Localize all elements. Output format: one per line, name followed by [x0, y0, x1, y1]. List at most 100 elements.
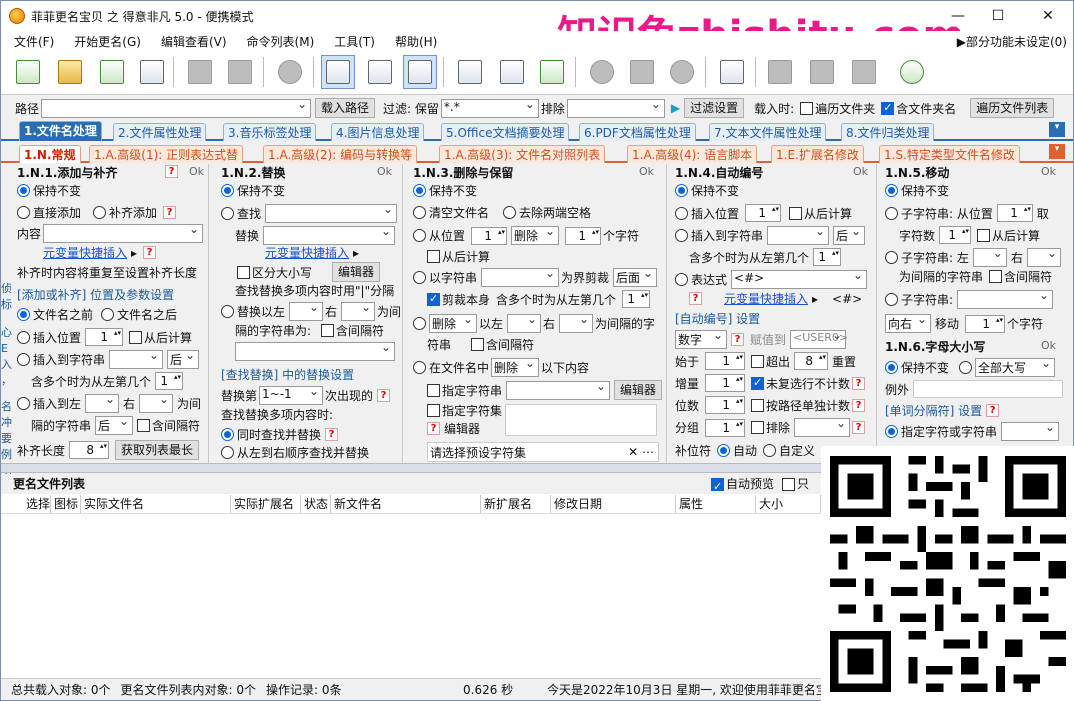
- import-button[interactable]: [95, 55, 129, 89]
- auto-radio[interactable]: [717, 444, 731, 457]
- include-gap-checkbox[interactable]: [989, 270, 1003, 283]
- insert-str-combo[interactable]: [109, 348, 164, 369]
- direction-combo[interactable]: 向右: [885, 312, 931, 333]
- new-file-button[interactable]: [11, 55, 45, 89]
- help-icon[interactable]: ?: [731, 333, 744, 346]
- refresh-button[interactable]: [273, 55, 307, 89]
- multi-spin[interactable]: 1: [622, 290, 651, 308]
- play-icon[interactable]: ▶: [671, 101, 680, 115]
- col-mod-date[interactable]: 修改日期: [551, 495, 676, 513]
- digits-spin[interactable]: 1: [705, 396, 746, 414]
- before-radio[interactable]: [17, 308, 30, 321]
- tab-encoding[interactable]: 1.A.高级(2): 编码与转换等: [263, 145, 418, 163]
- insert-str-radio[interactable]: [675, 229, 688, 242]
- unset-features-indicator[interactable]: ▶部分功能未设定(0): [957, 33, 1067, 50]
- help-icon[interactable]: ?: [377, 389, 391, 402]
- help-icon[interactable]: ?: [163, 206, 177, 219]
- spec-str-checkbox[interactable]: [427, 383, 440, 397]
- col-attr[interactable]: 属性: [676, 495, 756, 513]
- right-combo[interactable]: [139, 392, 174, 413]
- flag-button[interactable]: [763, 55, 797, 89]
- filter-input[interactable]: *.*: [440, 97, 539, 118]
- include-gap-checkbox[interactable]: [321, 324, 335, 337]
- checklist-button[interactable]: [535, 55, 569, 89]
- help-icon[interactable]: ?: [427, 422, 440, 435]
- sub3-radio[interactable]: [885, 293, 898, 306]
- help-icon[interactable]: ?: [852, 421, 866, 434]
- tab-script[interactable]: 1.A.高级(4): 语言脚本: [627, 145, 758, 163]
- by-path-checkbox[interactable]: [751, 398, 765, 412]
- col-status[interactable]: 状态: [301, 495, 331, 513]
- auto-preview-checkbox[interactable]: [711, 477, 724, 497]
- keep-radio[interactable]: [17, 184, 30, 197]
- sub3-combo[interactable]: [957, 288, 1054, 309]
- cnt-spin[interactable]: 1: [565, 226, 602, 245]
- cut-self-checkbox[interactable]: [427, 292, 440, 306]
- layout-down-button[interactable]: [403, 55, 437, 89]
- expr-radio[interactable]: [675, 273, 688, 286]
- help-icon[interactable]: ?: [852, 398, 866, 412]
- clear-radio[interactable]: [413, 206, 426, 219]
- remove-button[interactable]: [183, 55, 217, 89]
- grid-button[interactable]: [495, 55, 529, 89]
- search-button[interactable]: [585, 55, 619, 89]
- tab-ext[interactable]: 1.E.扩展名修改: [771, 145, 864, 163]
- subtabs-dropdown-icon[interactable]: ▾: [1049, 144, 1065, 159]
- settings-button[interactable]: [715, 55, 749, 89]
- no-change-checkbox[interactable]: [751, 376, 765, 390]
- pos-spin[interactable]: 1: [745, 204, 782, 222]
- gap-dir-combo[interactable]: 后: [95, 414, 134, 435]
- insert-lr-radio[interactable]: [17, 397, 30, 410]
- insert-str-combo[interactable]: [767, 224, 830, 245]
- keep-radio[interactable]: [221, 184, 234, 197]
- help-icon[interactable]: ?: [143, 246, 157, 259]
- traverse-folder-checkbox[interactable]: [800, 101, 814, 115]
- pos-spin[interactable]: 1: [471, 226, 508, 245]
- editor-button[interactable]: 编辑器: [614, 380, 663, 400]
- menu-file[interactable]: 文件(F): [1, 33, 61, 50]
- direct-add-radio[interactable]: [17, 206, 30, 219]
- insert-str-dir[interactable]: 后: [167, 348, 200, 369]
- tab-text[interactable]: 7.文本文件属性处理: [709, 123, 827, 141]
- from-pos-radio[interactable]: [413, 229, 426, 242]
- splitter[interactable]: [1, 463, 821, 473]
- group-spin[interactable]: 1: [705, 418, 746, 437]
- panel5-ok[interactable]: Ok: [1041, 165, 1056, 178]
- case-ok[interactable]: Ok: [1041, 339, 1056, 352]
- tab-pdf[interactable]: 6.PDF文档属性处理: [579, 123, 696, 141]
- col-new-ext[interactable]: 新扩展名: [481, 495, 551, 513]
- meta-insert-link[interactable]: 元变量快捷插入: [724, 290, 808, 307]
- after-radio[interactable]: [101, 308, 115, 321]
- find-radio[interactable]: [221, 207, 234, 220]
- keep-radio[interactable]: [885, 184, 898, 197]
- batch-button[interactable]: [625, 55, 659, 89]
- all-upper-radio[interactable]: [959, 361, 973, 374]
- menu-tools[interactable]: 工具(T): [321, 33, 382, 50]
- tab-filename[interactable]: 1.文件名处理: [19, 121, 102, 141]
- spec-set-checkbox[interactable]: [427, 404, 440, 417]
- left-combo[interactable]: [289, 300, 324, 321]
- exclude-combo[interactable]: [794, 416, 851, 437]
- sub-left-radio[interactable]: [885, 251, 898, 264]
- preset-select[interactable]: 请选择预设字符集: [430, 444, 526, 461]
- step-spin[interactable]: 1: [705, 374, 746, 392]
- meta-insert-link[interactable]: 元变量快捷插入: [265, 244, 349, 261]
- get-max-button[interactable]: 获取列表最长: [115, 440, 200, 460]
- panel1-ok[interactable]: Ok: [189, 165, 204, 178]
- keep-radio[interactable]: [675, 184, 688, 197]
- insert-dir[interactable]: 后: [833, 224, 866, 245]
- delete-combo[interactable]: 删除: [511, 224, 560, 245]
- content-input[interactable]: [43, 222, 204, 243]
- col-real-name[interactable]: 实际文件名: [81, 495, 231, 513]
- confirm-button[interactable]: [665, 55, 699, 89]
- in-name-combo[interactable]: 删除: [491, 356, 540, 377]
- right-combo[interactable]: [559, 312, 594, 333]
- spec-combo[interactable]: [1001, 420, 1060, 441]
- panel4-ok[interactable]: Ok: [853, 165, 868, 178]
- editor2-button[interactable]: 编辑器: [444, 420, 480, 437]
- col-size[interactable]: 大小: [756, 495, 821, 513]
- menu-commands[interactable]: 命令列表(M): [234, 33, 322, 50]
- tab-file-attr[interactable]: 2.文件属性处理: [113, 123, 207, 141]
- from-end-checkbox[interactable]: [129, 330, 143, 344]
- sub-from-radio[interactable]: [885, 206, 898, 220]
